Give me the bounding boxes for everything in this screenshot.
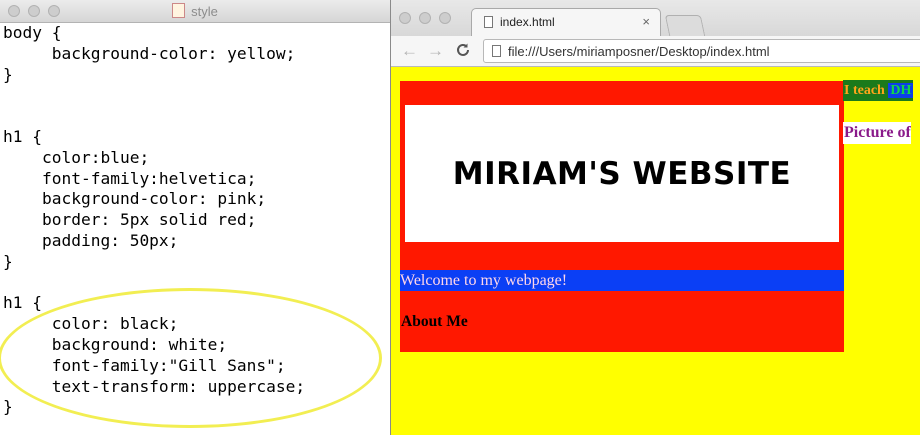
highlight-oval [0,288,382,428]
teach-prefix: I teach [844,83,889,98]
url-text: file:///Users/miriamposner/Desktop/index… [508,44,770,59]
browser-tabstrip: index.html × [391,0,920,36]
editor-titlebar: style [0,0,390,23]
tab-index-html[interactable]: index.html × [471,8,661,36]
browser-close-button[interactable] [399,12,411,24]
dh-highlight: DH [888,83,914,98]
browser-window-controls [399,12,451,24]
browser-window: index.html × ← → file:///Users/miriampos… [390,0,920,435]
about-heading: About Me [401,313,468,330]
close-tab-icon[interactable]: × [642,14,650,29]
page-icon [484,16,493,28]
page-icon [492,45,501,57]
forward-arrow-icon[interactable]: → [427,41,444,61]
page-heading: MIRIAM'S WEBSITE [452,155,792,192]
document-icon [172,3,186,18]
css-editor-window: style body { background-color: yellow; }… [0,0,390,435]
browser-zoom-button[interactable] [439,12,451,24]
teach-text: I teach DH [843,80,914,101]
browser-toolbar: ← → file:///Users/miriamposner/Desktop/i… [391,36,920,67]
reload-icon[interactable] [455,39,471,60]
editor-title: style [0,3,390,19]
tab-title: index.html [500,15,555,29]
address-bar[interactable]: file:///Users/miriamposner/Desktop/index… [483,39,920,63]
heading-box: MIRIAM'S WEBSITE [405,105,839,242]
back-arrow-icon[interactable]: ← [401,41,418,61]
new-tab-button[interactable] [664,15,706,36]
welcome-text: Welcome to my webpage! [400,270,844,291]
page-viewport: MIRIAM'S WEBSITE Welcome to my webpage! … [391,67,920,435]
editor-title-label: style [191,4,218,19]
picture-heading: Picture of [843,122,911,144]
browser-minimize-button[interactable] [419,12,431,24]
